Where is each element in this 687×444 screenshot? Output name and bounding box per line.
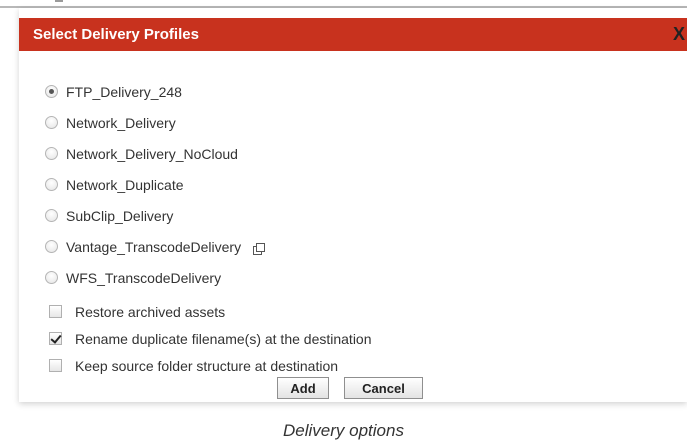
option-rename-duplicates[interactable]: Rename duplicate filename(s) at the dest… — [49, 325, 372, 352]
profile-option[interactable]: Network_Delivery_NoCloud — [45, 138, 265, 169]
figure-caption: Delivery options — [283, 421, 404, 440]
profile-radio[interactable] — [45, 116, 58, 129]
profile-radio[interactable] — [45, 85, 58, 98]
add-button[interactable]: Add — [277, 377, 329, 399]
dialog-title: Select Delivery Profiles — [33, 26, 199, 43]
profile-radio[interactable] — [45, 178, 58, 191]
profile-option[interactable]: Network_Duplicate — [45, 169, 265, 200]
profile-radio[interactable] — [45, 209, 58, 222]
rename-duplicates-checkbox[interactable] — [49, 332, 62, 345]
profile-radio-group: FTP_Delivery_248 Network_Delivery Networ… — [45, 76, 266, 293]
profile-radio[interactable] — [45, 147, 58, 160]
delivery-profiles-dialog: Select Delivery Profiles X FTP_Delivery_… — [19, 8, 687, 402]
profile-label: SubClip_Delivery — [66, 207, 174, 224]
option-restore-archived[interactable]: Restore archived assets — [49, 298, 372, 325]
profile-option[interactable]: WFS_TranscodeDelivery — [45, 262, 265, 293]
profile-label: Network_Delivery — [66, 114, 176, 131]
profile-option[interactable]: SubClip_Delivery — [45, 200, 265, 231]
keep-folder-structure-checkbox[interactable] — [49, 359, 62, 372]
profile-option[interactable]: FTP_Delivery_248 — [45, 76, 265, 107]
profile-radio[interactable] — [45, 271, 58, 284]
option-label: Rename duplicate filename(s) at the dest… — [75, 330, 372, 347]
external-link-icon[interactable] — [253, 242, 266, 255]
profile-label: FTP_Delivery_248 — [66, 83, 182, 100]
option-keep-folder-structure[interactable]: Keep source folder structure at destinat… — [49, 352, 372, 379]
profile-label: WFS_TranscodeDelivery — [66, 269, 222, 286]
delivery-options-group: Restore archived assets Rename duplicate… — [49, 298, 372, 379]
profile-option[interactable]: Network_Delivery — [45, 107, 265, 138]
profile-radio[interactable] — [45, 240, 58, 253]
profile-label: Network_Delivery_NoCloud — [66, 145, 238, 162]
restore-archived-checkbox[interactable] — [49, 305, 62, 318]
dialog-buttons: Add Cancel — [277, 377, 423, 399]
dialog-titlebar: Select Delivery Profiles X — [19, 18, 687, 51]
cancel-button[interactable]: Cancel — [344, 377, 423, 399]
profile-option[interactable]: Vantage_TranscodeDelivery — [45, 231, 266, 262]
top-edge-fragment — [55, 0, 63, 2]
profile-label: Network_Duplicate — [66, 176, 184, 193]
close-button[interactable]: X — [673, 18, 685, 51]
option-label: Keep source folder structure at destinat… — [75, 357, 339, 374]
profile-label: Vantage_TranscodeDelivery — [66, 238, 242, 255]
option-label: Restore archived assets — [75, 303, 226, 320]
